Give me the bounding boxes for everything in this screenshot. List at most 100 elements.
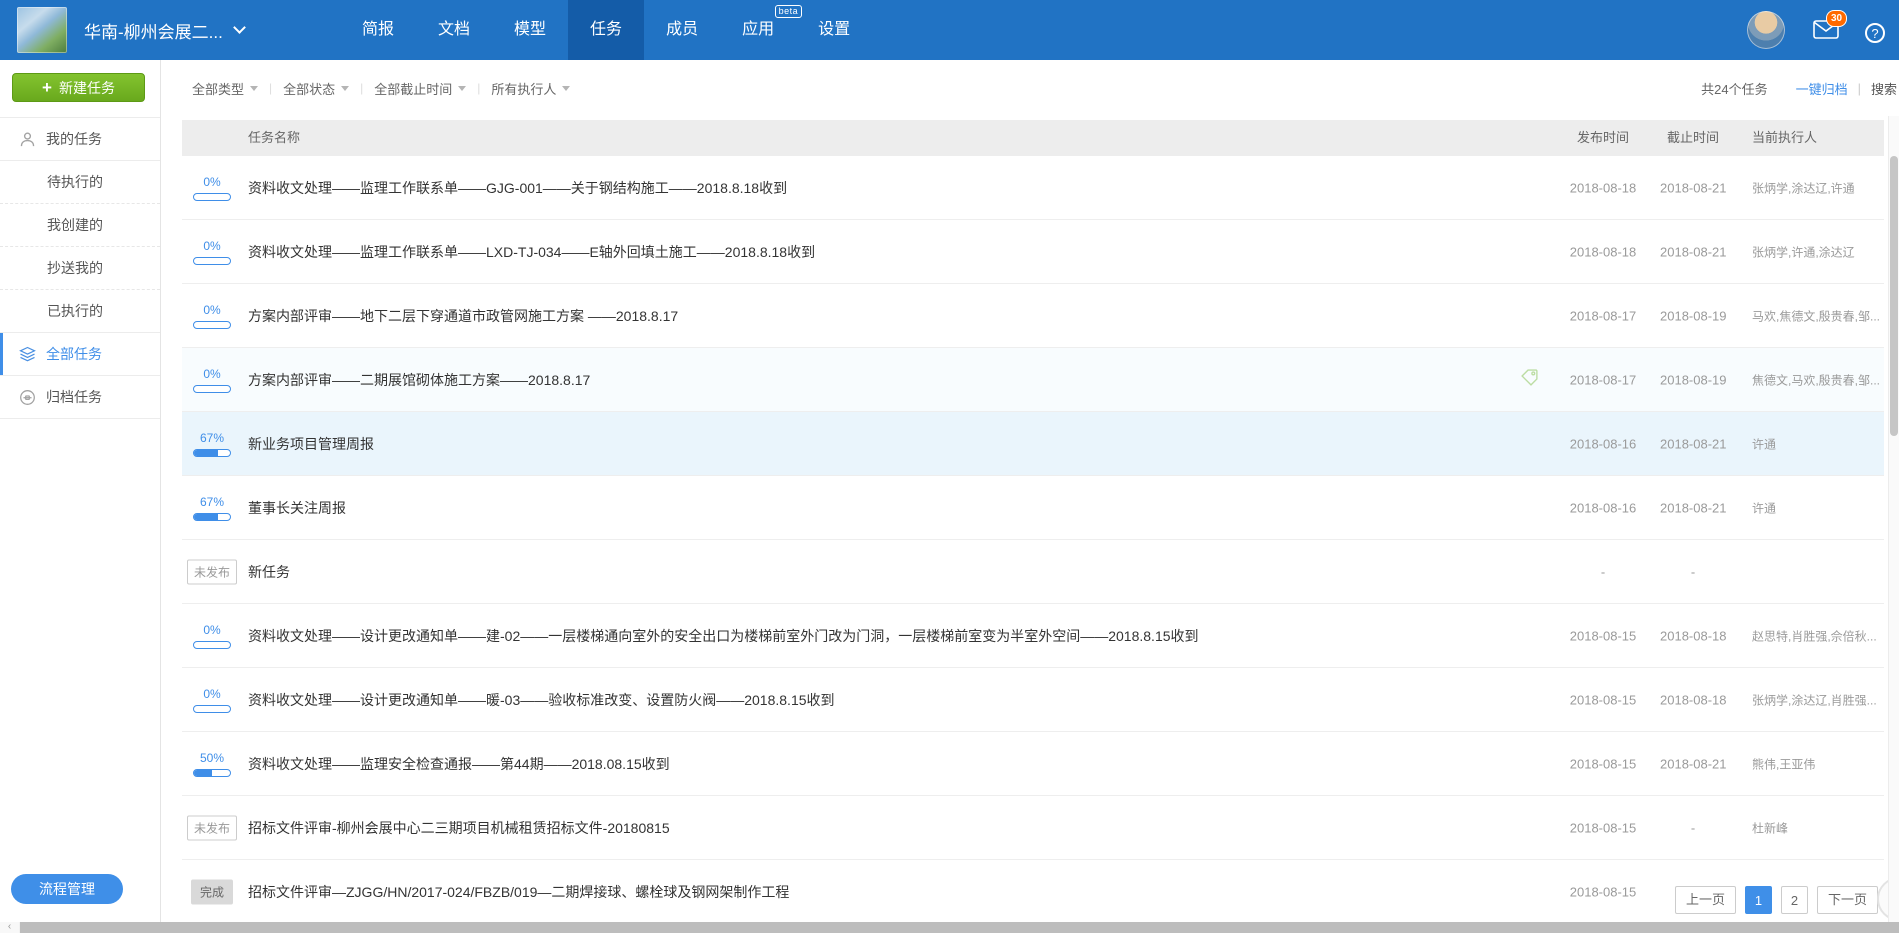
- messages-button[interactable]: 30: [1813, 20, 1839, 40]
- page-number-1[interactable]: 1: [1745, 886, 1772, 914]
- task-row[interactable]: 未发布招标文件评审-柳州会展中心二三期项目机械租赁招标文件-2018081520…: [182, 796, 1884, 860]
- publish-date: 2018-08-15: [1568, 820, 1638, 835]
- task-row[interactable]: 0% 资料收文处理——设计更改通知单——暖-03——验收标准改变、设置防火阀——2…: [182, 668, 1884, 732]
- filter-toolbar: 全部类型|全部状态|全部截止时间|所有执行人 共24个任务 一键归档 | 搜索: [161, 60, 1899, 116]
- task-name[interactable]: 资料收文处理——监理工作联系单——LXD-TJ-034——E轴外回填土施工——2…: [248, 242, 815, 262]
- deadline-date: 2018-08-18: [1660, 628, 1726, 643]
- horizontal-scrollbar-thumb[interactable]: [20, 922, 1899, 933]
- task-row[interactable]: 0%方案内部评审——二期展馆砌体施工方案——2018.8.172018-08-1…: [182, 348, 1884, 412]
- progress-label: 0%: [182, 687, 242, 701]
- caret-down-icon: [341, 86, 349, 91]
- task-name[interactable]: 董事长关注周报: [248, 498, 346, 518]
- progress-bar-fill: [194, 514, 218, 520]
- progress-label: 0%: [182, 175, 242, 189]
- task-row[interactable]: 0% 资料收文处理——监理工作联系单——GJG-001——关于钢结构施工——201…: [182, 156, 1884, 220]
- page-number-2[interactable]: 2: [1781, 886, 1808, 914]
- nav-item-6[interactable]: 应用beta: [720, 0, 796, 60]
- help-button[interactable]: ?: [1865, 23, 1885, 43]
- task-row[interactable]: 完成招标文件评审—ZJGG/HN/2017-024/FBZB/019—二期焊接球…: [182, 860, 1884, 922]
- publish-date: 2018-08-17: [1568, 308, 1638, 323]
- task-progress: 0%: [182, 687, 242, 713]
- task-name[interactable]: 资料收文处理——监理安全检查通报——第44期——2018.08.15收到: [248, 754, 670, 774]
- nav-item-label: 设置: [818, 21, 850, 38]
- task-name[interactable]: 招标文件评审-柳州会展中心二三期项目机械租赁招标文件-20180815: [248, 818, 670, 838]
- nav-item-3[interactable]: 模型: [492, 0, 568, 60]
- next-page-button[interactable]: 下一页: [1817, 886, 1878, 914]
- deadline-date: 2018-08-21: [1660, 180, 1726, 195]
- task-row[interactable]: 0% 资料收文处理——监理工作联系单——LXD-TJ-034——E轴外回填土施工—…: [182, 220, 1884, 284]
- nav-item-7[interactable]: 设置: [796, 0, 872, 60]
- sidebar-item-5[interactable]: 已执行的: [0, 290, 160, 333]
- progress-label: 0%: [182, 623, 242, 637]
- task-name[interactable]: 方案内部评审——二期展馆砌体施工方案——2018.8.17: [248, 370, 590, 390]
- nav-item-4[interactable]: 任务: [568, 0, 644, 60]
- progress-bar: [193, 513, 231, 521]
- progress-label: 0%: [182, 367, 242, 381]
- publish-date: -: [1568, 564, 1638, 579]
- prev-page-button[interactable]: 上一页: [1675, 886, 1736, 914]
- task-name[interactable]: 招标文件评审—ZJGG/HN/2017-024/FBZB/019—二期焊接球、螺…: [248, 882, 789, 902]
- sidebar-item-label: 待执行的: [47, 172, 103, 192]
- task-progress: 0%: [182, 175, 242, 201]
- current-executor: 焦德文,马欢,殷贵春,邹...: [1752, 371, 1884, 388]
- divider: |: [269, 81, 272, 95]
- progress-bar: [193, 769, 231, 777]
- current-executor: 张炳学,许通,涂达辽: [1752, 243, 1884, 260]
- filter-dropdown-2[interactable]: 全部状态: [283, 79, 349, 98]
- column-header-name: 任务名称: [248, 120, 300, 156]
- process-management-button[interactable]: 流程管理: [11, 874, 123, 904]
- sidebar-item-6[interactable]: 全部任务: [0, 333, 160, 376]
- layers-icon: [19, 346, 36, 363]
- avatar[interactable]: [1747, 11, 1785, 49]
- progress-label: 67%: [182, 431, 242, 445]
- filter-dropdown-3[interactable]: 全部截止时间: [374, 79, 466, 98]
- vertical-scrollbar[interactable]: [1888, 116, 1899, 922]
- horizontal-scrollbar[interactable]: ‹: [0, 922, 1899, 933]
- task-name[interactable]: 资料收文处理——设计更改通知单——暖-03——验收标准改变、设置防火阀——201…: [248, 690, 835, 710]
- task-progress: 50%: [182, 751, 242, 777]
- filter-dropdown-1[interactable]: 全部类型: [192, 79, 258, 98]
- deadline-date: -: [1660, 820, 1726, 835]
- sidebar-item-label: 已执行的: [47, 301, 103, 321]
- vertical-scrollbar-thumb[interactable]: [1890, 156, 1898, 436]
- scroll-left-arrow[interactable]: ‹: [0, 922, 19, 933]
- task-name[interactable]: 方案内部评审——地下二层下穿通道市政管网施工方案 ——2018.8.17: [248, 306, 678, 326]
- task-name[interactable]: 新任务: [248, 562, 290, 582]
- sidebar-item-label: 归档任务: [46, 387, 102, 407]
- filter-label: 全部类型: [192, 79, 244, 98]
- task-row[interactable]: 67%新业务项目管理周报2018-08-162018-08-21许通: [182, 412, 1884, 476]
- current-executor: 杜新峰: [1752, 819, 1884, 836]
- one-click-archive-link[interactable]: 一键归档: [1796, 79, 1848, 98]
- task-count: 共24个任务: [1701, 79, 1767, 98]
- new-task-button[interactable]: + 新建任务: [12, 73, 145, 102]
- filter-label: 所有执行人: [491, 79, 556, 98]
- filter-dropdown-4[interactable]: 所有执行人: [491, 79, 570, 98]
- task-row[interactable]: 67%董事长关注周报2018-08-162018-08-21许通: [182, 476, 1884, 540]
- search-link[interactable]: 搜索: [1871, 79, 1897, 98]
- progress-label: 0%: [182, 239, 242, 253]
- sidebar-item-label: 抄送我的: [47, 258, 103, 278]
- sidebar-item-7[interactable]: 归档任务: [0, 376, 160, 419]
- task-name[interactable]: 资料收文处理——监理工作联系单——GJG-001——关于钢结构施工——2018.…: [248, 178, 787, 198]
- nav-item-2[interactable]: 文档: [416, 0, 492, 60]
- caret-down-icon: [562, 86, 570, 91]
- task-row[interactable]: 0%方案内部评审——地下二层下穿通道市政管网施工方案 ——2018.8.1720…: [182, 284, 1884, 348]
- sidebar-item-4[interactable]: 抄送我的: [0, 247, 160, 290]
- task-row[interactable]: 未发布新任务--: [182, 540, 1884, 604]
- nav-item-label: 应用: [742, 21, 774, 38]
- nav-item-5[interactable]: 成员: [644, 0, 720, 60]
- progress-bar: [193, 321, 231, 329]
- task-status: 未发布: [182, 559, 242, 584]
- nav-item-label: 模型: [514, 21, 546, 38]
- task-name[interactable]: 新业务项目管理周报: [248, 434, 374, 454]
- task-row[interactable]: 0% 资料收文处理——设计更改通知单——建-02——一层楼梯通向室外的安全出口为楼…: [182, 604, 1884, 668]
- nav-item-1[interactable]: 简报: [340, 0, 416, 60]
- task-row[interactable]: 50%资料收文处理——监理安全检查通报——第44期——2018.08.15收到2…: [182, 732, 1884, 796]
- task-name[interactable]: 资料收文处理——设计更改通知单——建-02——一层楼梯通向室外的安全出口为楼梯前…: [248, 626, 1199, 646]
- divider: |: [360, 81, 363, 95]
- sidebar-item-3[interactable]: 我创建的: [0, 204, 160, 247]
- sidebar-item-2[interactable]: 待执行的: [0, 161, 160, 204]
- project-switcher[interactable]: 华南-柳州会展二...: [84, 0, 244, 60]
- deadline-date: 2018-08-18: [1660, 692, 1726, 707]
- sidebar-item-1[interactable]: 我的任务: [0, 118, 160, 161]
